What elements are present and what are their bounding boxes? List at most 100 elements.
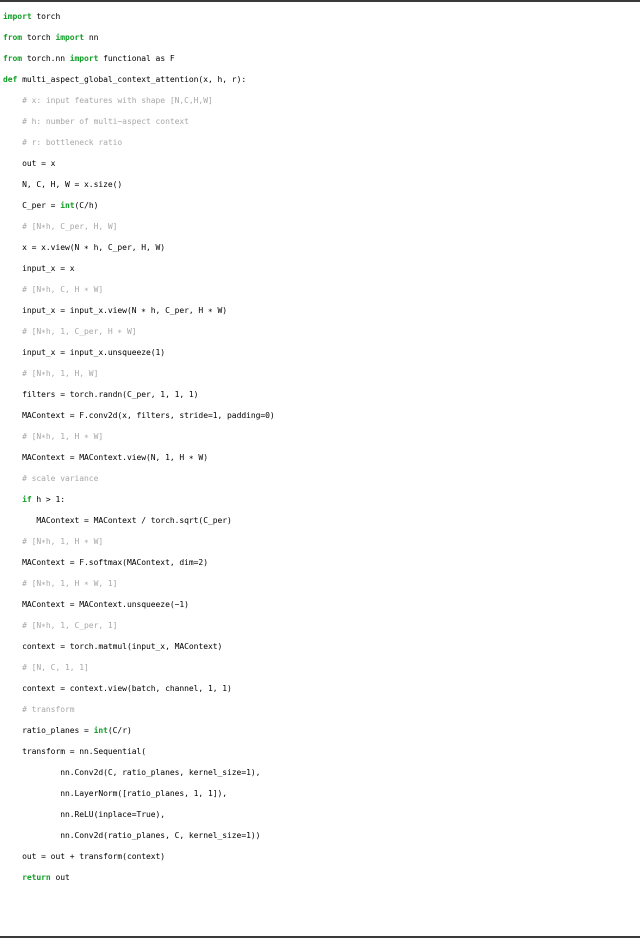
code-line: context = torch.matmul(input_x, MAContex… (0, 636, 640, 657)
code-keyword: import (3, 12, 32, 21)
code-text: nn (84, 33, 99, 42)
code-text: nn.ReLU(inplace=True), (60, 810, 166, 819)
code-line: # [N, C, 1, 1] (0, 657, 640, 678)
code-keyword: from (3, 33, 23, 42)
code-text: context = torch.matmul(input_x, MAContex… (22, 642, 223, 651)
code-text: torch (22, 33, 56, 42)
code-line: # [N∗h, 1, H ∗ W, 1] (0, 573, 640, 594)
code-keyword: return (22, 873, 51, 882)
code-comment: # transform (22, 705, 75, 714)
code-comment: # [N∗h, 1, H ∗ W] (22, 537, 104, 546)
code-text: MAContext = MAContext.unsqueeze(−1) (22, 600, 189, 609)
code-line: input_x = x (0, 258, 640, 279)
code-line: from torch.nn import functional as F (0, 48, 640, 69)
code-text: nn.Conv2d(ratio_planes, C, kernel_size=1… (60, 831, 261, 840)
code-line: out = out + transform(context) (0, 846, 640, 867)
code-line: # [N∗h, 1, H ∗ W] (0, 426, 640, 447)
code-line: # [N∗h, C_per, H, W] (0, 216, 640, 237)
code-line: # [N∗h, C, H ∗ W] (0, 279, 640, 300)
code-line: if h > 1: (0, 489, 640, 510)
code-comment: # [N∗h, 1, H ∗ W] (22, 432, 104, 441)
code-line: nn.Conv2d(ratio_planes, C, kernel_size=1… (0, 825, 640, 846)
code-comment: # [N∗h, C_per, H, W] (22, 222, 118, 231)
code-comment: # [N∗h, 1, C_per, H ∗ W] (22, 327, 137, 336)
code-text: torch (31, 12, 61, 21)
code-line: def multi_aspect_global_context_attentio… (0, 69, 640, 90)
code-text: nn.LayerNorm([ratio_planes, 1, 1]), (60, 789, 228, 798)
code-text: MAContext = F.conv2d(x, filters, stride=… (22, 411, 275, 420)
code-text: (C/r) (107, 726, 132, 735)
code-line: # transform (0, 699, 640, 720)
code-line: from torch import nn (0, 27, 640, 48)
code-text: x = x.view(N ∗ h, C_per, H, W) (22, 243, 166, 252)
code-text: input_x = input_x.view(N ∗ h, C_per, H ∗… (22, 306, 228, 315)
code-comment: # [N∗h, 1, H ∗ W, 1] (22, 579, 118, 588)
code-keyword: def (3, 75, 18, 84)
code-text: MAContext = F.softmax(MAContext, dim=2) (22, 558, 208, 567)
code-text: N, C, H, W = x.size() (22, 180, 123, 189)
code-block: import torch from torch import nn from tor… (0, 2, 640, 888)
code-line: # x: input features with shape [N,C,H,W] (0, 90, 640, 111)
code-text: h > 1: (31, 495, 65, 504)
code-comment: # [N∗h, 1, C_per, 1] (22, 621, 118, 630)
code-text: nn.Conv2d(C, ratio_planes, kernel_size=1… (60, 768, 261, 777)
code-comment: # x: input features with shape [N,C,H,W] (22, 96, 213, 105)
code-text: (C/h) (74, 201, 99, 210)
code-text: input_x = input_x.unsqueeze(1) (22, 348, 166, 357)
code-line: # [N∗h, 1, H, W] (0, 363, 640, 384)
code-line: filters = torch.randn(C_per, 1, 1, 1) (0, 384, 640, 405)
code-text: transform = nn.Sequential( (22, 747, 147, 756)
code-line: # h: number of multi−aspect context (0, 111, 640, 132)
code-comment: # [N∗h, 1, H, W] (22, 369, 99, 378)
code-text: MAContext = MAContext.view(N, 1, H ∗ W) (22, 453, 208, 462)
code-line: MAContext = F.conv2d(x, filters, stride=… (0, 405, 640, 426)
code-listing-figure: import torch from torch import nn from tor… (0, 0, 640, 938)
code-keyword: import (55, 33, 85, 42)
code-line: import torch (0, 6, 640, 27)
code-keyword: if (22, 495, 32, 504)
code-text: input_x = x (22, 264, 75, 273)
code-text: functional as F (98, 54, 175, 63)
code-line: # [N∗h, 1, C_per, H ∗ W] (0, 321, 640, 342)
code-keyword: from (3, 54, 23, 63)
code-line: nn.LayerNorm([ratio_planes, 1, 1]), (0, 783, 640, 804)
code-text: out (50, 873, 70, 882)
code-text: MAContext = MAContext / torch.sqrt(C_per… (36, 516, 232, 525)
code-text: context = context.view(batch, channel, 1… (22, 684, 232, 693)
code-comment: # scale variance (22, 474, 99, 483)
code-line: transform = nn.Sequential( (0, 741, 640, 762)
code-line: context = context.view(batch, channel, 1… (0, 678, 640, 699)
code-line: MAContext = MAContext / torch.sqrt(C_per… (0, 510, 640, 531)
code-text: filters = torch.randn(C_per, 1, 1, 1) (22, 390, 199, 399)
code-comment: # [N, C, 1, 1] (22, 663, 89, 672)
